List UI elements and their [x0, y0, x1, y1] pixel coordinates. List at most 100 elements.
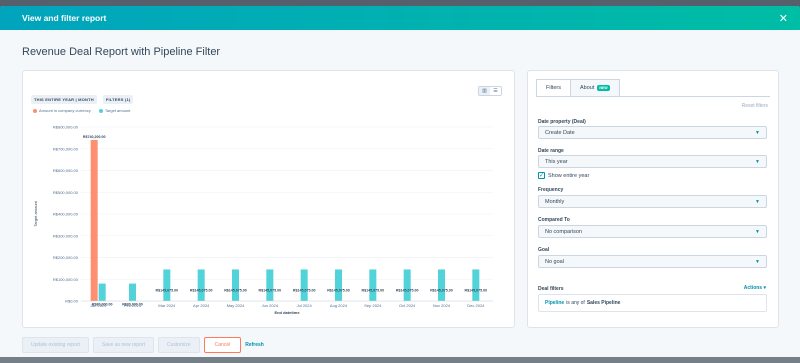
- deal-filters-label: Deal filters: [538, 286, 564, 292]
- bar-amount: [90, 140, 98, 301]
- frequency-select[interactable]: Monthly ▼: [538, 195, 767, 208]
- filter-value: Sales Pipeline: [586, 300, 621, 306]
- bar-target: [335, 269, 342, 301]
- new-badge: NEW: [597, 85, 610, 91]
- filter-panel: Filters About NEW Reset filters Date prop…: [527, 70, 779, 328]
- compared-to-select[interactable]: No comparison ▼: [538, 225, 767, 238]
- date-property-select[interactable]: Create Date ▼: [538, 126, 767, 139]
- select-value: Create Date: [545, 129, 575, 136]
- reset-filters-link[interactable]: Reset filters: [742, 103, 768, 109]
- customize-button[interactable]: Customize: [158, 337, 200, 353]
- bar-target: [98, 283, 106, 301]
- data-label: R$145,075.00: [293, 288, 316, 292]
- data-label: R$145,075.00: [465, 288, 488, 292]
- y-tick-label: R$100,000.00: [53, 277, 79, 282]
- y-tick-label: R$800,000.00: [53, 125, 79, 130]
- y-tick-label: R$700,000.00: [53, 146, 79, 151]
- report-modal: View and filter report ✕ Revenue Deal Re…: [0, 6, 800, 363]
- chevron-down-icon: ▼: [755, 228, 760, 235]
- y-tick-label: R$200,000.00: [53, 255, 79, 260]
- y-tick-label: R$600,000.00: [53, 168, 79, 173]
- tab-about[interactable]: About NEW: [570, 79, 620, 97]
- bar-target: [300, 269, 308, 301]
- chart-card: THIS ENTIRE YEAR | MONTH FILTERS (1) ▥ ☰…: [22, 70, 515, 328]
- refresh-link[interactable]: Refresh: [245, 342, 264, 348]
- x-tick-label: Jul 2024: [297, 303, 313, 308]
- date-range-select[interactable]: This year ▼: [538, 155, 767, 168]
- date-range-label: Date range: [538, 148, 564, 154]
- tab-filters[interactable]: Filters: [536, 79, 571, 97]
- y-axis-label: Target amount: [33, 200, 38, 226]
- bar-target: [438, 269, 445, 301]
- frequency-label: Frequency: [538, 187, 564, 193]
- bar-target: [266, 269, 274, 301]
- backdrop-edge: [0, 357, 800, 363]
- x-tick-label: May 2024: [227, 303, 245, 308]
- modal-footer: Update existing report Save as new repor…: [22, 337, 264, 353]
- bar-chart: R$0.00 R$100,000.00 R$200,000.00 R$300,000.…: [33, 125, 493, 315]
- data-label: R$145,075.00: [190, 288, 213, 292]
- goal-select[interactable]: No goal ▼: [538, 255, 767, 268]
- tab-label: About: [579, 85, 595, 91]
- select-value: Monthly: [545, 198, 565, 205]
- deal-filter-rule[interactable]: Pipeline is any of Sales Pipeline: [538, 294, 767, 312]
- bar-target: [163, 269, 171, 301]
- filter-operator: is any of: [566, 300, 585, 306]
- select-value: No comparison: [545, 228, 582, 235]
- y-tick-label: R$300,000.00: [53, 233, 79, 238]
- chevron-down-icon: ▼: [755, 258, 760, 265]
- bar-target: [129, 283, 136, 301]
- chevron-down-icon: ▼: [755, 158, 760, 165]
- data-label: R$145,075.00: [430, 288, 453, 292]
- x-tick-label: Aug 2024: [330, 303, 348, 308]
- select-value: This year: [545, 158, 568, 165]
- filter-tabs: Filters About NEW: [536, 79, 620, 97]
- tab-label: Filters: [546, 85, 561, 91]
- bar-target: [403, 269, 411, 301]
- x-tick-label: Mar 2024: [158, 303, 176, 308]
- update-report-button[interactable]: Update existing report: [22, 337, 89, 353]
- x-tick-label: Feb 2024: [124, 303, 142, 308]
- bar-target: [472, 269, 480, 301]
- show-entire-year-row: ✓ Show entire year: [538, 172, 589, 179]
- actions-label: Actions: [743, 285, 763, 291]
- data-label: R$145,075.00: [156, 288, 179, 292]
- select-value: No goal: [545, 258, 564, 265]
- deal-filters-actions[interactable]: Actions ▾: [744, 285, 766, 291]
- x-tick-label: Nov 2024: [433, 303, 451, 308]
- x-tick-label: Jan 2024: [90, 303, 107, 308]
- bar-target: [369, 269, 377, 301]
- show-entire-year-checkbox[interactable]: ✓: [538, 172, 545, 179]
- cancel-button[interactable]: Cancel: [203, 337, 242, 353]
- chevron-down-icon: ▼: [755, 129, 760, 136]
- data-label: R$145,075.00: [362, 288, 385, 292]
- data-label: R$740,200.00: [83, 135, 106, 139]
- y-tick-label: R$0.00: [65, 299, 79, 304]
- x-tick-label: Oct 2024: [399, 303, 416, 308]
- checkbox-label: Show entire year: [548, 172, 590, 179]
- x-axis-label: End datetime: [274, 310, 300, 315]
- data-label: R$145,075.00: [396, 288, 419, 292]
- bar-target: [232, 269, 239, 301]
- y-tick-label: R$500,000.00: [53, 190, 79, 195]
- tab-divider: [536, 96, 770, 97]
- data-label: R$145,075.00: [327, 288, 350, 292]
- compared-to-label: Compared To: [538, 217, 570, 223]
- data-label: R$145,075.00: [259, 288, 282, 292]
- goal-label: Goal: [538, 247, 550, 253]
- y-tick-label: R$400,000.00: [53, 212, 79, 217]
- x-tick-label: Apr 2024: [193, 303, 210, 308]
- x-tick-label: Jun 2024: [262, 303, 279, 308]
- bar-target: [197, 269, 205, 301]
- modal-header: View and filter report ✕: [0, 6, 800, 30]
- x-tick-label: Sep 2024: [364, 303, 382, 308]
- modal-title: View and filter report: [22, 13, 107, 23]
- save-new-report-button[interactable]: Save as new report: [92, 337, 155, 353]
- x-tick-label: Dec 2024: [467, 303, 485, 308]
- report-title: Revenue Deal Report with Pipeline Filter: [22, 46, 221, 58]
- data-label: R$145,075.00: [224, 288, 247, 292]
- close-icon[interactable]: ✕: [779, 12, 788, 25]
- chevron-down-icon: ▼: [755, 198, 760, 205]
- date-property-label: Date property (Deal): [538, 119, 586, 125]
- filter-property: Pipeline: [545, 300, 565, 306]
